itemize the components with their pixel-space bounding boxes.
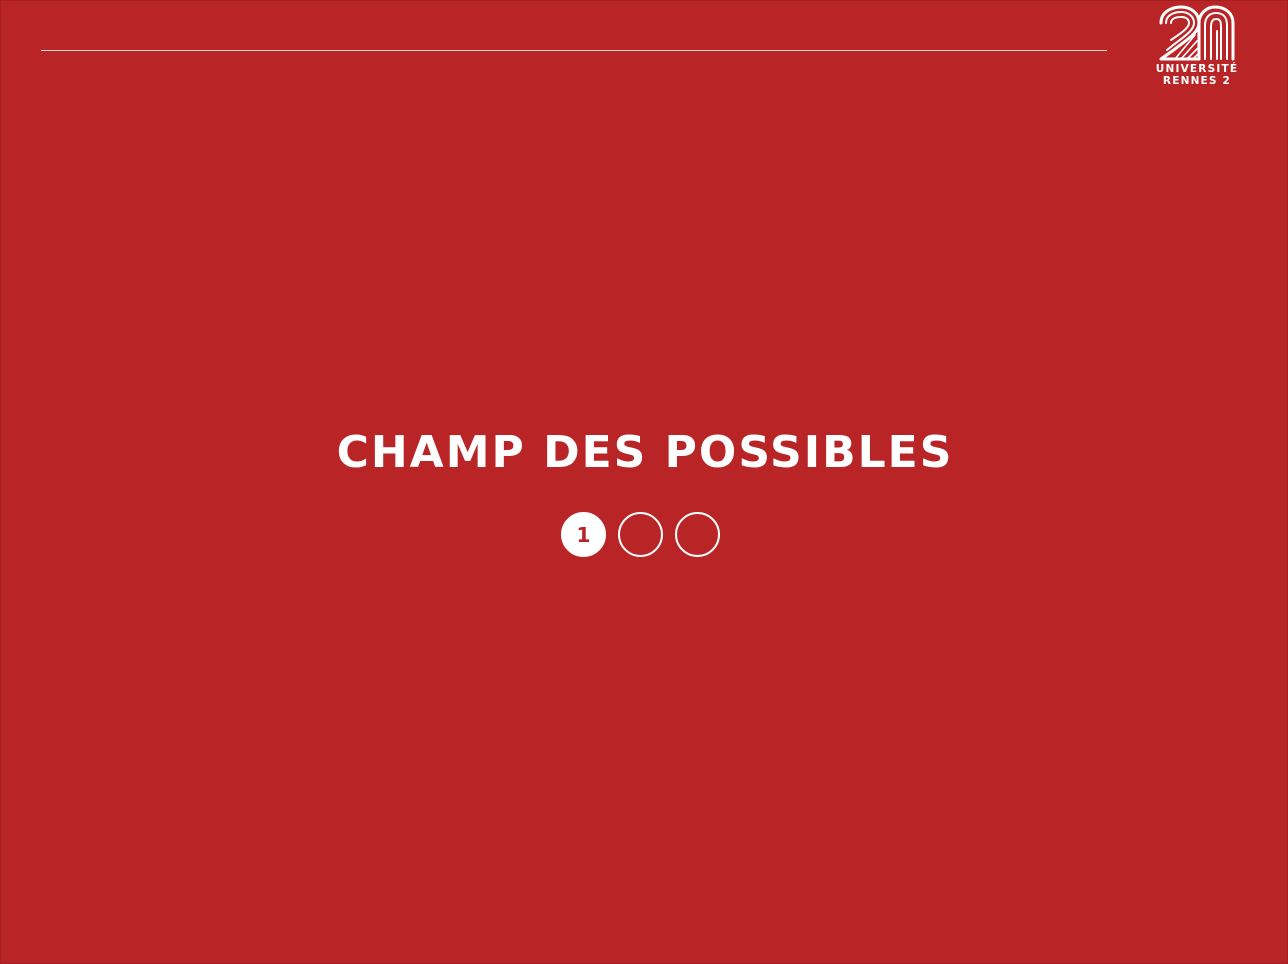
university-logo: UNIVERSITÉ RENNES 2 xyxy=(1151,3,1243,95)
logo-wordmark: UNIVERSITÉ RENNES 2 xyxy=(1151,63,1243,87)
header-divider xyxy=(41,50,1107,51)
logo-line-rennes: RENNES 2 xyxy=(1162,75,1232,87)
rennes2-logo-icon xyxy=(1159,5,1235,61)
slide-title: CHAMP DES POSSIBLES xyxy=(336,427,954,478)
slide: UNIVERSITÉ RENNES 2 CHAMP DES POSSIBLES … xyxy=(0,0,1288,964)
step-2-button[interactable] xyxy=(618,512,663,557)
step-indicator: 1 xyxy=(561,512,731,560)
step-1-button[interactable]: 1 xyxy=(561,512,606,557)
step-3-button[interactable] xyxy=(675,512,720,557)
logo-line-university: UNIVERSITÉ xyxy=(1155,63,1239,75)
